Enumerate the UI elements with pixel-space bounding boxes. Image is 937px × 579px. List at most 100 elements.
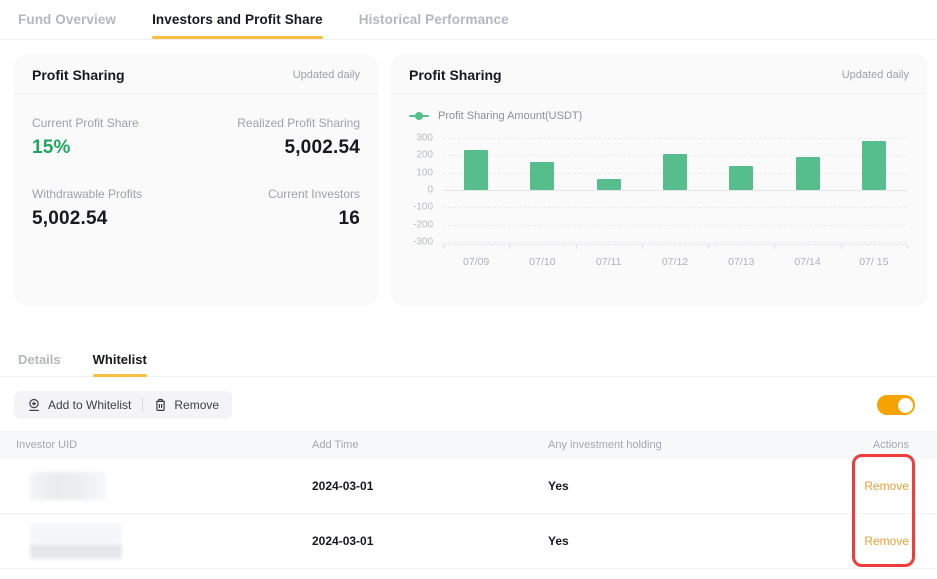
profit-sharing-stats-card: Profit Sharing Updated daily Current Pro… [14,55,378,305]
add-to-whitelist-button[interactable]: Add to Whitelist [27,398,131,412]
x-axis-tick [576,245,577,249]
bar-chart: 3002001000-100-200-300 [409,138,907,242]
stat-value: 16 [196,208,360,230]
profit-sharing-chart-card: Profit Sharing Updated daily Profit Shar… [391,55,927,305]
investor-uid-redacted [16,523,312,559]
x-axis-tick [443,245,444,249]
legend-line-dot-icon [409,112,429,121]
x-tick-label: 07/09 [443,256,509,268]
row-remove-link[interactable]: Remove [864,534,909,548]
y-tick-label: -300 [413,237,433,248]
header-investment-holding: Any investment holding [548,439,837,451]
tab-details[interactable]: Details [18,343,61,376]
tab-historical-performance[interactable]: Historical Performance [359,0,509,39]
tab-fund-overview[interactable]: Fund Overview [18,0,116,39]
stat-label: Realized Profit Sharing [196,116,360,130]
stats-card-updated-label: Updated daily [293,69,360,81]
y-tick-label: 200 [416,150,433,161]
y-tick-label: 100 [416,167,433,178]
x-axis-tick [774,245,775,249]
gridline [443,242,907,243]
chart-legend[interactable]: Profit Sharing Amount(USDT) [409,110,907,122]
table-header-row: Investor UID Add Time Any investment hol… [0,431,937,459]
y-tick-label: -100 [413,202,433,213]
stat-label: Current Profit Share [32,116,196,130]
gridline [443,138,907,139]
stat-withdrawable-profits: Withdrawable Profits 5,002.54 [32,187,196,230]
x-axis-tick [642,245,643,249]
chart-bar[interactable] [464,150,488,190]
stats-card-header: Profit Sharing Updated daily [14,55,378,94]
x-tick-label: 07/10 [509,256,575,268]
detail-tab-bar: Details Whitelist [0,343,937,377]
table-body: 2024-03-01 Yes Remove 2024-03-01 Yes Rem… [0,459,937,569]
stat-value: 5,002.54 [32,208,196,230]
table-row: 2024-03-01 Yes Remove [0,459,937,514]
chart-bar[interactable] [530,162,554,190]
chart-bar[interactable] [663,154,687,190]
add-to-whitelist-icon [27,398,41,412]
x-axis-tick [708,245,709,249]
header-actions: Actions [837,439,909,451]
x-axis-tick [841,245,842,249]
y-tick-label: -200 [413,219,433,230]
x-tick-label: 07/ 15 [841,256,907,268]
summary-section: Profit Sharing Updated daily Current Pro… [14,55,927,305]
holding-cell: Yes [548,479,837,493]
stats-grid: Current Profit Share 15% Realized Profit… [14,94,378,252]
toggle-knob [898,398,913,413]
x-axis-tick [907,245,908,249]
header-add-time: Add Time [312,439,548,451]
chart-bar[interactable] [597,179,621,190]
chart-x-axis-line [443,244,907,249]
whitelist-toolbar: Add to Whitelist Remove [14,391,915,419]
add-to-whitelist-label: Add to Whitelist [48,398,131,412]
chart-card-updated-label: Updated daily [842,69,909,81]
toolbar-button-group: Add to Whitelist Remove [14,391,232,419]
stat-realized-profit-sharing: Realized Profit Sharing 5,002.54 [196,116,360,159]
toolbar-divider [142,398,143,412]
whitelist-table: Investor UID Add Time Any investment hol… [0,431,937,569]
y-tick-label: 0 [427,185,433,196]
chart-bar[interactable] [796,157,820,190]
whitelist-toggle[interactable] [877,395,915,415]
gridline [443,207,907,208]
stat-label: Current Investors [196,187,360,201]
table-row: 2024-03-01 Yes Remove [0,514,937,569]
x-tick-label: 07/13 [708,256,774,268]
x-tick-label: 07/14 [774,256,840,268]
stat-label: Withdrawable Profits [32,187,196,201]
stat-value: 15% [32,137,196,159]
chart-body: Profit Sharing Amount(USDT) 300 200 100 0 -1… [391,94,927,268]
chart-plot-area [443,138,907,242]
stat-current-investors: Current Investors 16 [196,187,360,230]
tab-whitelist[interactable]: Whitelist [93,343,147,376]
gridline [443,225,907,226]
remove-button[interactable]: Remove [154,398,219,412]
header-investor-uid: Investor UID [16,439,312,451]
chart-card-header: Profit Sharing Updated daily [391,55,927,94]
stat-value: 5,002.54 [196,137,360,159]
stats-card-title: Profit Sharing [32,67,125,83]
y-tick-label: 300 [416,133,433,144]
add-time-cell: 2024-03-01 [312,534,548,548]
remove-button-label: Remove [174,398,219,412]
row-remove-link[interactable]: Remove [864,479,909,493]
chart-bar[interactable] [862,141,886,190]
x-tick-label: 07/12 [642,256,708,268]
x-axis-tick [509,245,510,249]
trash-icon [154,398,167,412]
stat-current-profit-share: Current Profit Share 15% [32,116,196,159]
legend-label: Profit Sharing Amount(USDT) [438,110,582,122]
add-time-cell: 2024-03-01 [312,479,548,493]
chart-bar[interactable] [729,166,753,190]
chart-card-title: Profit Sharing [409,67,502,83]
x-tick-label: 07/11 [576,256,642,268]
chart-x-labels: 07/0907/1007/1107/1207/1307/1407/ 15 [443,256,907,268]
chart-y-axis: 3002001000-100-200-300 [409,138,443,242]
holding-cell: Yes [548,534,837,548]
top-tab-bar: Fund Overview Investors and Profit Share… [0,0,937,40]
gridline [443,190,907,191]
investor-uid-redacted [16,472,312,500]
tab-investors-profit-share[interactable]: Investors and Profit Share [152,0,323,39]
